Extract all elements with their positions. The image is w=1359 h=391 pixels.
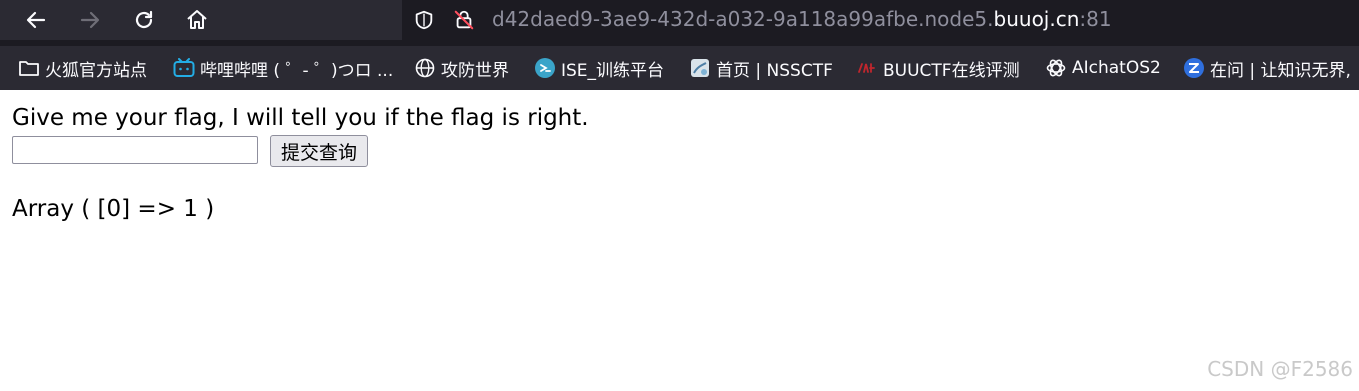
ise-icon <box>534 57 556 79</box>
bookmark-item[interactable]: 哔哩哔哩 ( ゜- ゜)つロ ... <box>173 54 393 82</box>
flag-prompt-text: Give me your flag, I will tell you if th… <box>12 105 589 131</box>
buuctf-icon <box>856 57 878 79</box>
reload-button[interactable] <box>128 4 160 36</box>
page-content: Give me your flag, I will tell you if th… <box>0 90 1359 391</box>
bilibili-icon <box>173 57 195 79</box>
bookmark-label: 攻防世界 <box>441 60 509 81</box>
back-arrow-icon <box>26 11 46 29</box>
flag-input[interactable] <box>12 136 258 164</box>
bookmark-label: BUUCTF在线评测 <box>883 60 1020 81</box>
submit-button[interactable]: 提交查询 <box>270 135 368 167</box>
bookmark-item[interactable]: AIchatOS2 <box>1045 54 1161 82</box>
bookmark-item[interactable]: 攻防世界 <box>414 54 509 82</box>
bookmarks-toolbar: 火狐官方站点 哔哩哔哩 ( ゜- ゜)つロ ... 攻防世界 ISE_训练平台 … <box>0 46 1359 90</box>
forward-arrow-icon <box>80 11 100 29</box>
browser-chrome: d42daed9-3ae9-432d-a032-9a118a99afbe.nod… <box>0 0 1359 90</box>
openai-icon <box>1045 57 1067 79</box>
nssctf-icon <box>689 57 711 79</box>
folder-icon <box>18 57 40 79</box>
bookmark-item[interactable]: BUUCTF在线评测 <box>856 54 1020 82</box>
back-button[interactable] <box>20 4 52 36</box>
home-button[interactable] <box>181 4 213 36</box>
bookmark-label: 在问 | 让知识无界, <box>1210 60 1351 81</box>
url-host: buuoj.cn <box>993 7 1080 31</box>
tracking-protection-shield-icon[interactable] <box>410 6 438 34</box>
browser-toolbar: d42daed9-3ae9-432d-a032-9a118a99afbe.nod… <box>0 0 1359 40</box>
insecure-lock-icon[interactable] <box>450 6 478 34</box>
forward-button[interactable] <box>74 4 106 36</box>
url-port: :81 <box>1079 7 1112 31</box>
bookmark-item[interactable]: ISE_训练平台 <box>534 54 664 82</box>
home-icon <box>187 10 207 29</box>
watermark: CSDN @F2586 <box>1207 357 1353 381</box>
result-output: Array ( [0] => 1 ) <box>12 196 215 222</box>
url-path: d42daed9-3ae9-432d-a032-9a118a99afbe.nod… <box>492 7 994 31</box>
globe-icon <box>414 57 436 79</box>
bookmark-label: 火狐官方站点 <box>45 60 147 81</box>
bookmark-label: 首页 | NSSCTF <box>716 60 833 81</box>
reload-icon <box>135 10 153 29</box>
bookmark-label: AIchatOS2 <box>1072 58 1161 78</box>
zaiwen-icon <box>1183 57 1205 79</box>
bookmark-item[interactable]: 首页 | NSSCTF <box>689 54 833 82</box>
bookmark-item[interactable]: 火狐官方站点 <box>18 54 147 82</box>
url-text[interactable]: d42daed9-3ae9-432d-a032-9a118a99afbe.nod… <box>492 5 1112 33</box>
bookmark-item[interactable]: 在问 | 让知识无界, <box>1183 54 1351 82</box>
bookmark-label: 哔哩哔哩 ( ゜- ゜)つロ ... <box>200 60 394 81</box>
bookmark-label: ISE_训练平台 <box>561 60 665 81</box>
